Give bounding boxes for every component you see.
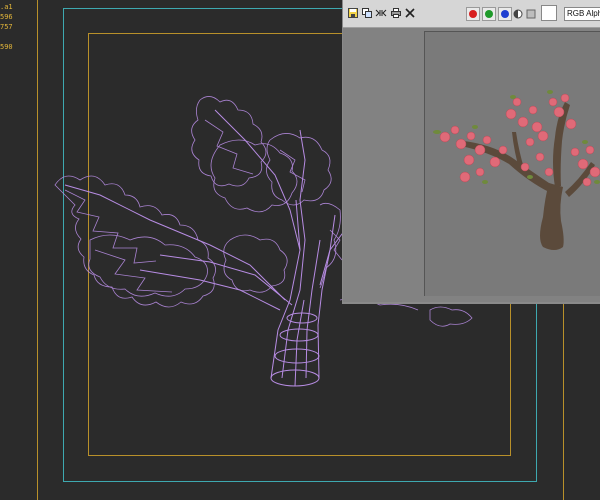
blossom-tree-render	[433, 90, 600, 250]
background-color-swatch[interactable]	[541, 5, 557, 21]
mono-channel-icon[interactable]	[512, 8, 524, 20]
green-channel-button[interactable]	[482, 7, 496, 21]
render-frame-area	[343, 28, 600, 302]
print-icon[interactable]	[390, 7, 402, 19]
clone-window-icon[interactable]	[375, 7, 387, 19]
blue-channel-button[interactable]	[498, 7, 512, 21]
alpha-channel-icon[interactable]	[525, 8, 537, 20]
rendered-image	[424, 31, 600, 296]
save-image-icon[interactable]	[347, 7, 359, 19]
copy-image-icon[interactable]	[361, 7, 373, 19]
rendered-frame-window[interactable]: RGB Alpha	[342, 0, 600, 304]
red-channel-button[interactable]	[466, 7, 480, 21]
channel-display-select[interactable]: RGB Alpha	[564, 7, 600, 21]
clear-icon[interactable]	[404, 7, 416, 19]
render-window-toolbar: RGB Alpha	[343, 0, 600, 28]
